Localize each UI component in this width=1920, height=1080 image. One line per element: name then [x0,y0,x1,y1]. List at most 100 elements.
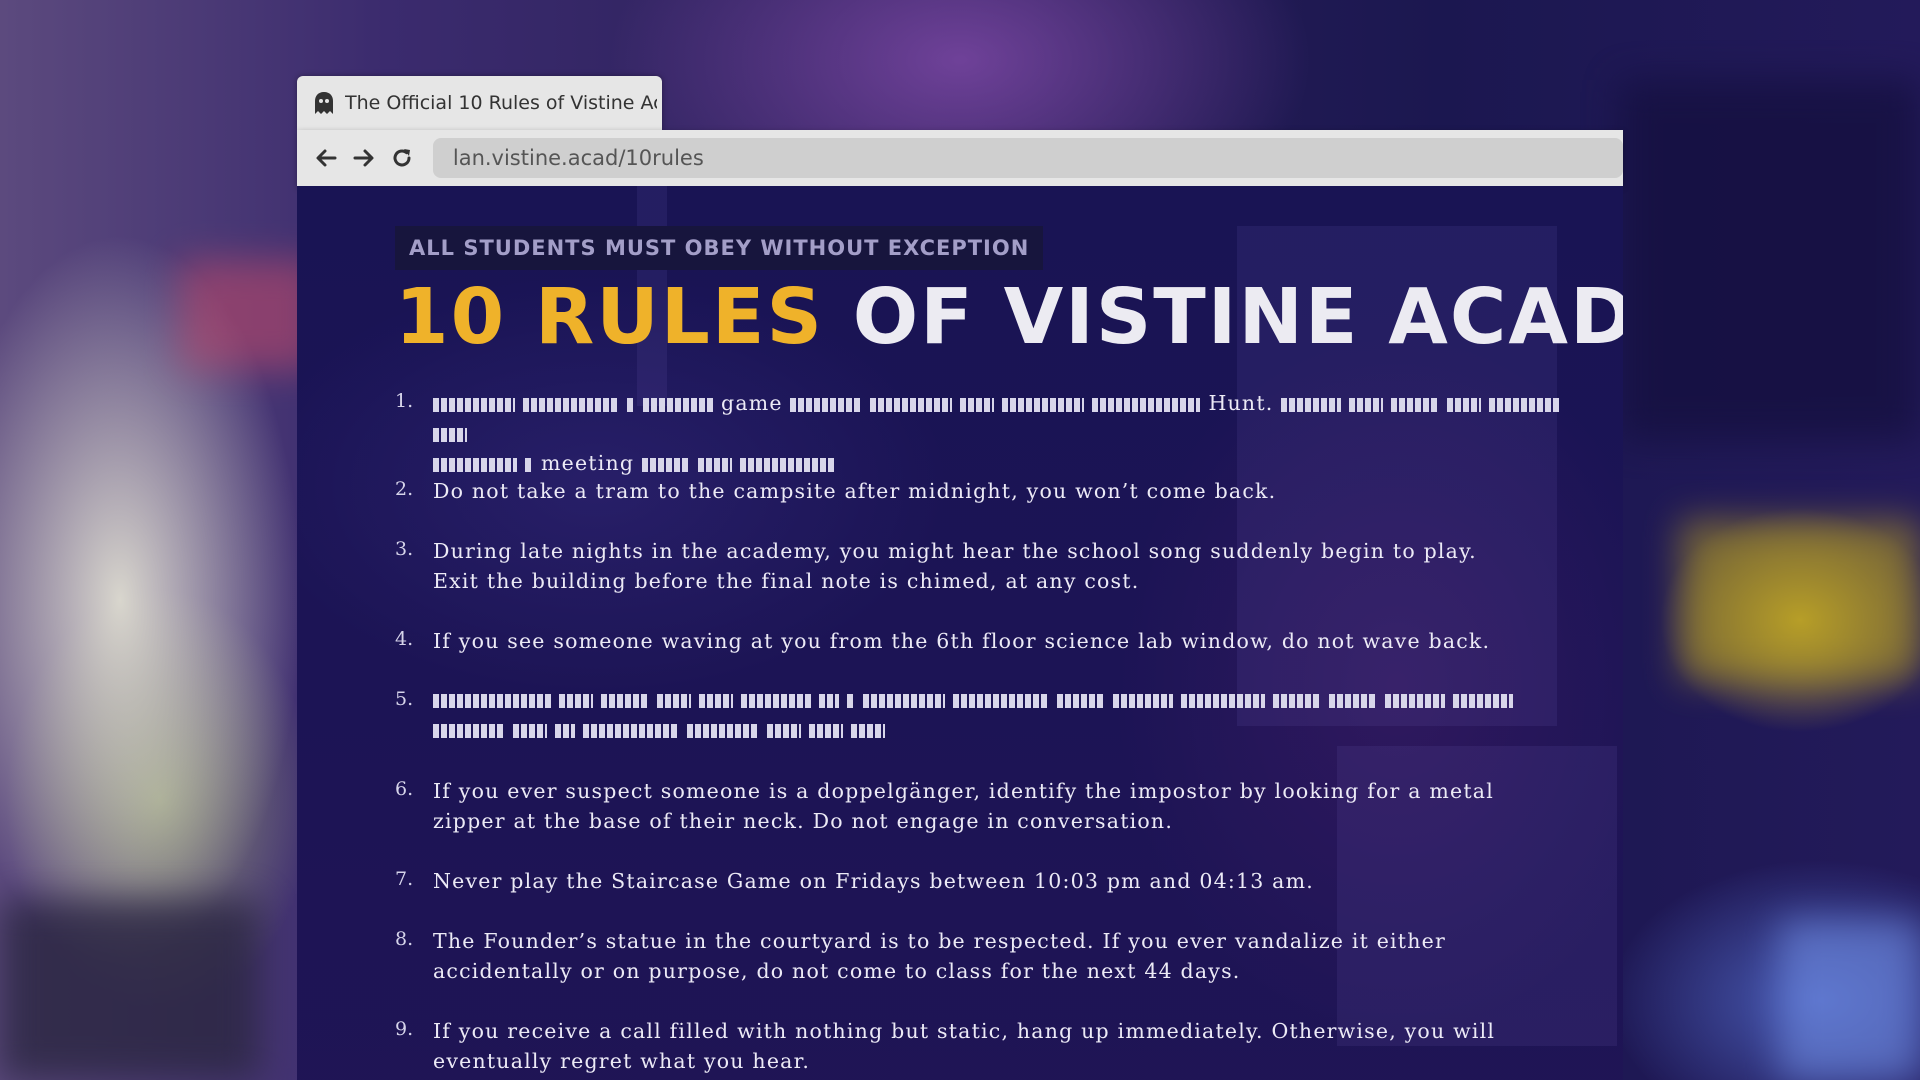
rule-text [433,686,1521,746]
redacted-text [555,724,575,738]
redacted-text [657,694,691,708]
page-title: 10 RULES OF VISTINE ACADEMY [395,268,1623,368]
redacted-text [433,427,467,442]
rule-line: If you ever suspect someone is a doppelg… [433,779,1494,803]
banner-text: ALL STUDENTS MUST OBEY WITHOUT EXCEPTION [409,236,1030,260]
redacted-text [1453,694,1513,708]
back-button[interactable] [309,141,343,175]
rule-line: zipper at the base of their neck. Do not… [433,809,1174,833]
redacted-text [1057,694,1105,708]
redacted-text [433,457,517,472]
redacted-text [525,457,533,472]
rule-item: 7. Never play the Staircase Game on Frid… [395,866,1314,896]
redacted-text [1281,397,1342,412]
redacted-text [433,694,551,708]
redacted-text [699,694,733,708]
rule-line: eventually regret what you hear. [433,1049,811,1073]
redacted-text [960,397,995,412]
redacted-text [559,694,593,708]
redacted-text [601,694,649,708]
redacted-text [1181,694,1265,708]
rule-number: 5. [395,688,414,710]
redacted-text [1273,694,1321,708]
rule-word: meeting [541,451,635,475]
redacted-text [819,694,839,708]
redacted-text [583,724,679,738]
redacted-text [697,457,732,472]
forward-button[interactable] [347,141,381,175]
rule-text: If you see someone waving at you from th… [433,629,1491,653]
redacted-text [1447,397,1482,412]
redacted-text [809,724,843,738]
rule-line: If you receive a call filled with nothin… [433,1019,1496,1043]
browser-tab[interactable]: The Official 10 Rules of Vistine Aca [297,76,662,130]
ghost-icon [315,92,333,114]
redacted-text [1391,397,1440,412]
address-url: lan.vistine.acad/10rules [452,146,704,170]
redacted-text [1329,694,1377,708]
redacted-text [767,724,801,738]
redacted-text [433,397,515,412]
rule-number: 8. [395,928,414,950]
redacted-text [433,724,505,738]
rule-item: 9. If you receive a call filled with not… [395,1016,1495,1076]
rule-item: 3. During late nights in the academy, yo… [395,536,1477,596]
rule-number: 1. [395,390,414,412]
rule-text: The Founder’s statue in the courtyard is… [433,926,1446,986]
rule-word: game [721,391,783,415]
banner: ALL STUDENTS MUST OBEY WITHOUT EXCEPTION [395,226,1044,270]
redacted-text [1092,397,1201,412]
rule-number: 9. [395,1018,414,1040]
redacted-text [1002,397,1085,412]
rule-number: 3. [395,538,414,560]
rule-item: 1. game Hunt. meeting [395,388,1585,478]
redacted-text [1349,397,1384,412]
rule-item: 6. If you ever suspect someone is a dopp… [395,776,1494,836]
tab-title: The Official 10 Rules of Vistine Aca [345,92,657,114]
redacted-text [953,694,1049,708]
redacted-text [863,694,945,708]
arrow-left-icon [316,149,337,167]
redacted-text [627,397,635,412]
rule-line: Exit the building before the final note … [433,569,1140,593]
redacted-text [1489,397,1560,412]
redacted-text [641,457,690,472]
rule-text: If you ever suspect someone is a doppelg… [433,776,1494,836]
title-accent: 10 RULES [395,273,824,362]
arrow-right-icon [353,149,374,167]
address-bar[interactable]: lan.vistine.acad/10rules [432,138,1624,178]
rule-number: 7. [395,868,414,890]
redacted-text [523,397,619,412]
rule-line: The Founder’s statue in the courtyard is… [433,929,1446,953]
rule-item: 8. The Founder’s statue in the courtyard… [395,926,1446,986]
rule-item: 2. Do not take a tram to the campsite af… [395,476,1276,506]
redacted-text [739,457,836,472]
redacted-text [790,397,863,412]
rule-number: 2. [395,478,414,500]
redacted-text [851,724,885,738]
rule-text: Do not take a tram to the campsite after… [433,479,1277,503]
title-rest: OF VISTINE ACADEMY [852,273,1623,362]
rule-text: During late nights in the academy, you m… [433,536,1477,596]
redacted-text [847,694,855,708]
page-content: ALL STUDENTS MUST OBEY WITHOUT EXCEPTION… [297,186,1623,1080]
reload-button[interactable] [385,141,419,175]
rule-number: 6. [395,778,414,800]
rule-word: Hunt. [1208,391,1274,415]
redacted-text [513,724,547,738]
redacted-text [741,694,811,708]
rule-number: 4. [395,628,414,650]
redacted-text [870,397,953,412]
redacted-text [643,397,713,412]
rule-line: accidentally or on purpose, do not come … [433,959,1241,983]
rule-text: If you receive a call filled with nothin… [433,1016,1495,1076]
rule-text: game Hunt. meeting [433,388,1585,478]
rule-text: Never play the Staircase Game on Fridays… [433,869,1314,893]
rule-item: 4. If you see someone waving at you from… [395,626,1490,656]
redacted-text [1385,694,1445,708]
browser-toolbar: lan.vistine.acad/10rules [297,130,1624,186]
rule-line: During late nights in the academy, you m… [433,539,1477,563]
redacted-text [1113,694,1173,708]
redacted-text [687,724,759,738]
rule-item: 5. [395,686,1521,746]
